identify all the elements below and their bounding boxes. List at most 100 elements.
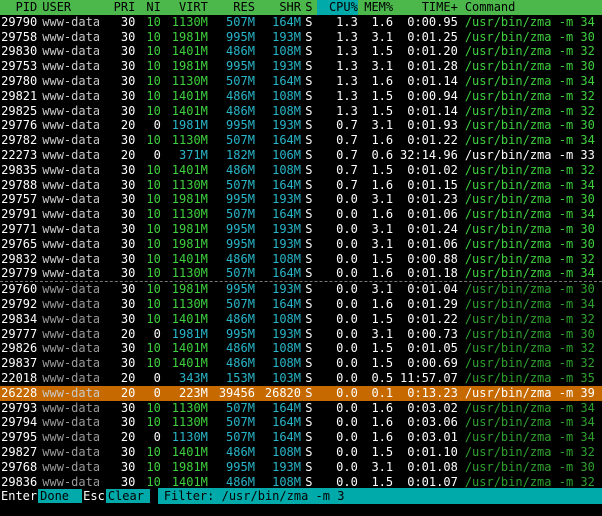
cell-virt: 1130M [171, 207, 208, 222]
cell-shr: 193M [272, 118, 301, 133]
col-shr[interactable]: SHR [255, 0, 301, 15]
process-row[interactable]: 22018 www-data 20 0 343M 153M 103M S 0.0 0.5 11:57… [0, 371, 602, 386]
process-row[interactable]: 29758 www-data 30 10 1981M 995M 193M S 1.3 3.1 0:0… [0, 30, 602, 45]
col-command[interactable]: Command [458, 0, 602, 15]
cell-cpu: 0.0 [336, 385, 358, 400]
cell-user: www-data [42, 266, 100, 281]
clear-button[interactable]: Clear [105, 488, 150, 504]
cell-shr: 108M [272, 356, 301, 371]
process-row[interactable]: 29837 www-data 30 10 1401M 486M 108M S 0.0 1.5 0:0… [0, 356, 602, 371]
col-mem[interactable]: MEM% [358, 0, 393, 15]
process-row[interactable]: 29757 www-data 30 10 1981M 995M 193M S 0.0 3.1 0:0… [0, 192, 602, 207]
process-row[interactable]: 29788 www-data 30 10 1130M 507M 164M S 0.7 1.6 0:0… [0, 178, 602, 193]
process-row[interactable]: 29790 www-data 30 10 1130M 507M 164M S 1.3 1.6 0:0… [0, 15, 602, 30]
cell-time: 0:01.28 [407, 59, 458, 74]
process-row[interactable]: 29768 www-data 30 10 1981M 995M 193M S 0.0 3.1 0:0… [0, 460, 602, 475]
cell-virt: 1130M [171, 296, 208, 311]
cell-state: S [305, 177, 313, 192]
cell-shr: 164M [272, 266, 301, 281]
process-row[interactable]: 29776 www-data 20 0 1981M 995M 193M S 0.7 3.1 0:01… [0, 118, 602, 133]
col-virt[interactable]: VIRT [161, 0, 208, 15]
process-row[interactable]: 29835 www-data 30 10 1401M 486M 108M S 0.7 1.5 0:0… [0, 163, 602, 178]
filter-bar: Enter Done Esc Clear Filter: /usr/bin/zm… [0, 488, 602, 504]
cell-pri: 30 [120, 251, 136, 266]
cell-state: S [305, 133, 313, 148]
cell-state: S [305, 14, 313, 29]
cell-ni: 10 [146, 356, 161, 371]
process-row[interactable]: 29794 www-data 30 10 1130M 507M 164M S 0.0 1.6 0:0… [0, 415, 602, 430]
filter-input[interactable]: Filter: /usr/bin/zma -m 3 [157, 488, 602, 504]
col-user[interactable]: USER [37, 0, 99, 15]
process-row[interactable]: 29779 www-data 30 10 1130M 507M 164M S 0.0 1.6 0:0… [0, 266, 602, 281]
process-row[interactable]: 29830 www-data 30 10 1401M 486M 108M S 1.3 1.5 0:0… [0, 44, 602, 59]
cell-res: 486M [226, 44, 255, 59]
cell-virt: 1130M [171, 177, 208, 192]
process-row[interactable]: 29777 www-data 20 0 1981M 995M 193M S 0.0 3.1 0:00… [0, 327, 602, 342]
cell-shr: 108M [272, 311, 301, 326]
cell-command: /usr/bin/zma -m 34 [464, 133, 595, 148]
done-button[interactable]: Done [38, 488, 83, 504]
cell-res: 486M [226, 88, 255, 103]
process-row-selected[interactable]: 26228 www-data 20 0 223M 39456 26820 S 0.0 0.1 0:1… [0, 385, 602, 401]
cell-user: www-data [42, 118, 100, 133]
cell-time: 0:01.15 [407, 177, 458, 192]
process-row[interactable]: 29832 www-data 30 10 1401M 486M 108M S 0.0 1.5 0:0… [0, 252, 602, 267]
process-row[interactable]: 29795 www-data 20 0 1130M 507M 164M S 0.0 1.6 0:03… [0, 430, 602, 445]
cell-shr: 164M [272, 177, 301, 192]
col-res[interactable]: RES [208, 0, 255, 15]
cell-user: www-data [42, 370, 100, 385]
process-row[interactable]: 29826 www-data 30 10 1401M 486M 108M S 0.0 1.5 0:0… [0, 341, 602, 356]
cell-mem: 1.6 [371, 14, 394, 29]
cell-command: /usr/bin/zma -m 32 [464, 251, 595, 266]
col-cpu[interactable]: CPU% [316, 0, 358, 15]
cell-ni: 0 [153, 147, 161, 162]
cell-pri: 30 [120, 415, 136, 430]
cell-user: www-data [42, 44, 100, 59]
cell-mem: 1.5 [371, 341, 394, 356]
process-row[interactable]: 29834 www-data 30 10 1401M 486M 108M S 0.0 1.5 0:0… [0, 312, 602, 327]
cell-shr: 108M [272, 444, 301, 459]
cell-user: www-data [42, 251, 100, 266]
process-row[interactable]: 29760 www-data 30 10 1981M 995M 193M S 0.0 3.1 0:0… [0, 281, 602, 297]
cell-user: www-data [42, 311, 100, 326]
cell-time: 0:00.88 [407, 251, 458, 266]
cell-res: 995M [226, 118, 255, 133]
process-row[interactable]: 29791 www-data 30 10 1130M 507M 164M S 0.0 1.6 0:0… [0, 207, 602, 222]
col-pri[interactable]: PRI [99, 0, 136, 15]
cell-state: S [305, 326, 313, 341]
col-state[interactable]: S [301, 0, 317, 15]
process-row[interactable]: 29821 www-data 30 10 1401M 486M 108M S 1.3 1.5 0:0… [0, 89, 602, 104]
cell-res: 995M [226, 236, 255, 251]
cell-virt: 1401M [171, 103, 208, 118]
cell-ni: 10 [146, 207, 161, 222]
cell-cpu: 0.7 [336, 133, 358, 148]
process-row[interactable]: 29765 www-data 30 10 1981M 995M 193M S 0.0 3.1 0:0… [0, 237, 602, 252]
col-pid[interactable]: PID [0, 0, 38, 15]
cell-user: www-data [42, 236, 100, 251]
col-ni[interactable]: NI [135, 0, 160, 15]
process-row[interactable]: 29792 www-data 30 10 1130M 507M 164M S 0.0 1.6 0:0… [0, 297, 602, 312]
cell-cpu: 1.3 [336, 103, 358, 118]
cell-user: www-data [42, 296, 100, 311]
cell-user: www-data [42, 356, 100, 371]
process-row[interactable]: 29780 www-data 30 10 1130M 507M 164M S 1.3 1.6 0:0… [0, 74, 602, 89]
process-row[interactable]: 29825 www-data 30 10 1401M 486M 108M S 1.3 1.5 0:0… [0, 104, 602, 119]
cell-cpu: 1.3 [336, 44, 358, 59]
cell-ni: 10 [146, 177, 161, 192]
cell-pri: 30 [120, 444, 136, 459]
cell-pid: 29790 [1, 14, 38, 29]
process-row[interactable]: 29782 www-data 30 10 1130M 507M 164M S 0.7 1.6 0:0… [0, 133, 602, 148]
process-row[interactable]: 29753 www-data 30 10 1981M 995M 193M S 1.3 3.1 0:0… [0, 59, 602, 74]
process-row[interactable]: 22273 www-data 20 0 371M 182M 106M S 0.7 0.6 32:14… [0, 148, 602, 163]
cell-user: www-data [42, 177, 100, 192]
cell-ni: 10 [146, 14, 161, 29]
cell-pid: 29834 [1, 311, 38, 326]
col-time[interactable]: TIME+ [393, 0, 458, 15]
cell-cpu: 0.0 [336, 415, 358, 430]
process-row[interactable]: 29827 www-data 30 10 1401M 486M 108M S 0.0 1.5 0:0… [0, 445, 602, 460]
cell-pri: 30 [120, 296, 136, 311]
cell-command: /usr/bin/zma -m 35 [464, 370, 595, 385]
process-row[interactable]: 29771 www-data 30 10 1981M 995M 193M S 0.0 3.1 0:0… [0, 222, 602, 237]
process-row[interactable]: 29793 www-data 30 10 1130M 507M 164M S 0.0 1.6 0:0… [0, 401, 602, 416]
cell-mem: 0.6 [371, 147, 394, 162]
